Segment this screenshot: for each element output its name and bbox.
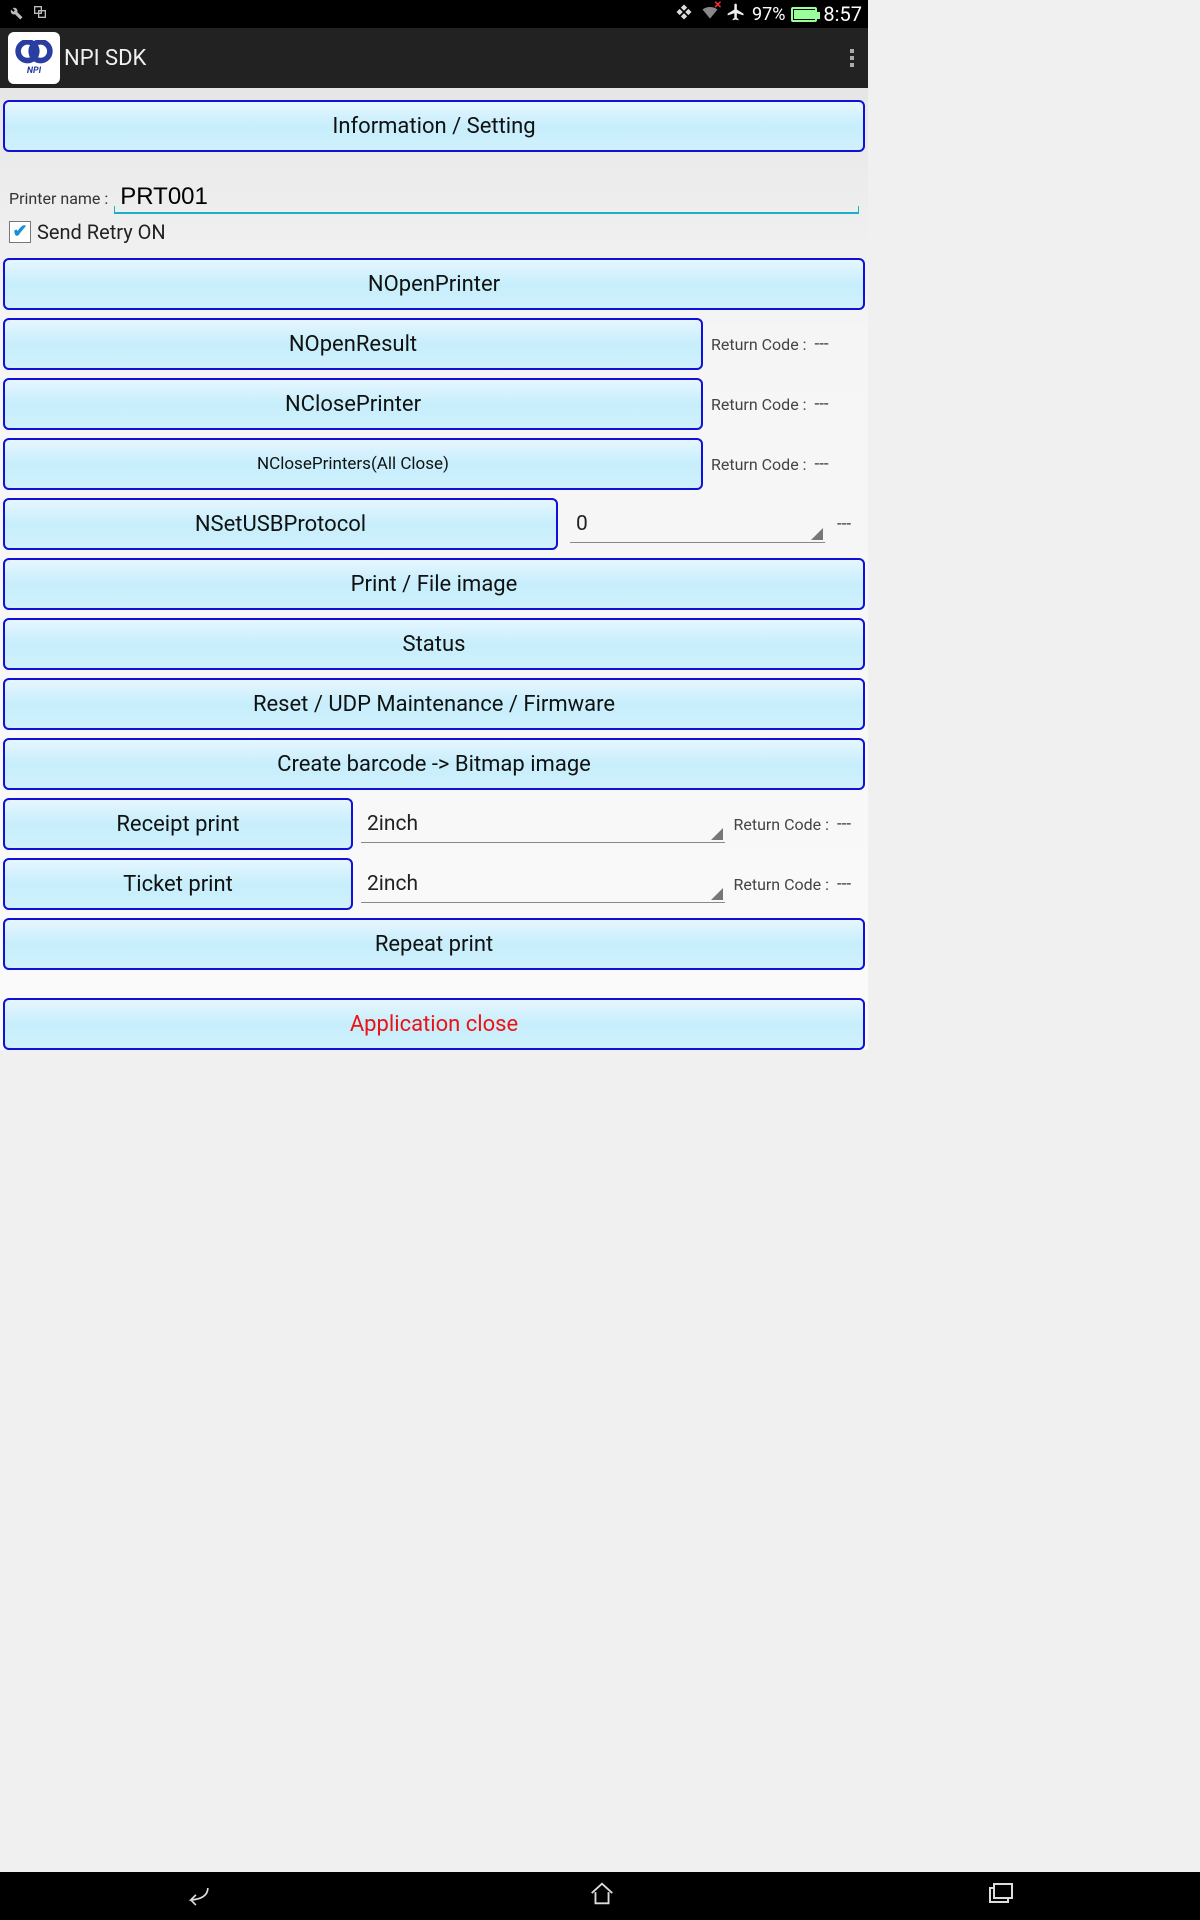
wrench-icon (6, 3, 24, 26)
overflow-menu-button[interactable] (844, 46, 860, 70)
reset-button[interactable]: Reset / UDP Maintenance / Firmware (3, 678, 865, 730)
nset-usb-rc: --- (837, 514, 865, 534)
action-bar: NPI NPI SDK (0, 28, 868, 88)
return-code-label: Return Code : (733, 875, 829, 894)
send-retry-checkbox[interactable]: ✔ (9, 221, 31, 243)
status-button[interactable]: Status (3, 618, 865, 670)
app-title: NPI SDK (64, 46, 146, 71)
printer-name-input[interactable] (114, 182, 859, 214)
ticket-rc: --- (837, 874, 865, 894)
nclose-printer-rc: --- (815, 394, 843, 414)
return-code-label: Return Code : (733, 815, 829, 834)
nopen-printer-button[interactable]: NOpenPrinter (3, 258, 865, 310)
wifi-off-icon: ✕ (700, 2, 720, 27)
usb-protocol-spinner[interactable]: 0 (570, 506, 825, 543)
send-retry-label: Send Retry ON (37, 220, 166, 244)
repeat-print-button[interactable]: Repeat print (3, 918, 865, 970)
application-close-button[interactable]: Application close (3, 998, 865, 1050)
printer-name-label: Printer name : (9, 189, 114, 214)
battery-icon (791, 7, 817, 22)
back-button[interactable] (184, 1880, 218, 1912)
nclose-printer-button[interactable]: NClosePrinter (3, 378, 703, 430)
recent-apps-button[interactable] (986, 1882, 1016, 1910)
battery-percent: 97% (752, 4, 785, 25)
vibrate-icon (674, 2, 694, 27)
nclose-all-rc: --- (815, 454, 843, 474)
home-button[interactable] (587, 1880, 617, 1912)
receipt-rc: --- (837, 814, 865, 834)
navigation-bar (0, 1872, 1200, 1920)
return-code-label: Return Code : (711, 395, 807, 414)
receipt-size-spinner[interactable]: 2inch (361, 806, 725, 843)
nset-usb-button[interactable]: NSetUSBProtocol (3, 498, 558, 550)
clock: 8:57 (823, 2, 862, 26)
info-setting-button[interactable]: Information / Setting (3, 100, 865, 152)
print-file-button[interactable]: Print / File image (3, 558, 865, 610)
ticket-print-button[interactable]: Ticket print (3, 858, 353, 910)
windows-icon (32, 4, 48, 25)
app-icon: NPI (8, 32, 60, 84)
nopen-result-button[interactable]: NOpenResult (3, 318, 703, 370)
return-code-label: Return Code : (711, 455, 807, 474)
return-code-label: Return Code : (711, 335, 807, 354)
receipt-print-button[interactable]: Receipt print (3, 798, 353, 850)
nopen-result-rc: --- (815, 334, 843, 354)
barcode-button[interactable]: Create barcode -> Bitmap image (3, 738, 865, 790)
content-area: Information / Setting Printer name : ✔ S… (0, 88, 868, 1050)
system-status-bar: ✕ 97% 8:57 (0, 0, 868, 28)
ticket-size-spinner[interactable]: 2inch (361, 866, 725, 903)
nclose-all-button[interactable]: NClosePrinters(All Close) (3, 438, 703, 490)
airplane-icon (726, 2, 746, 27)
